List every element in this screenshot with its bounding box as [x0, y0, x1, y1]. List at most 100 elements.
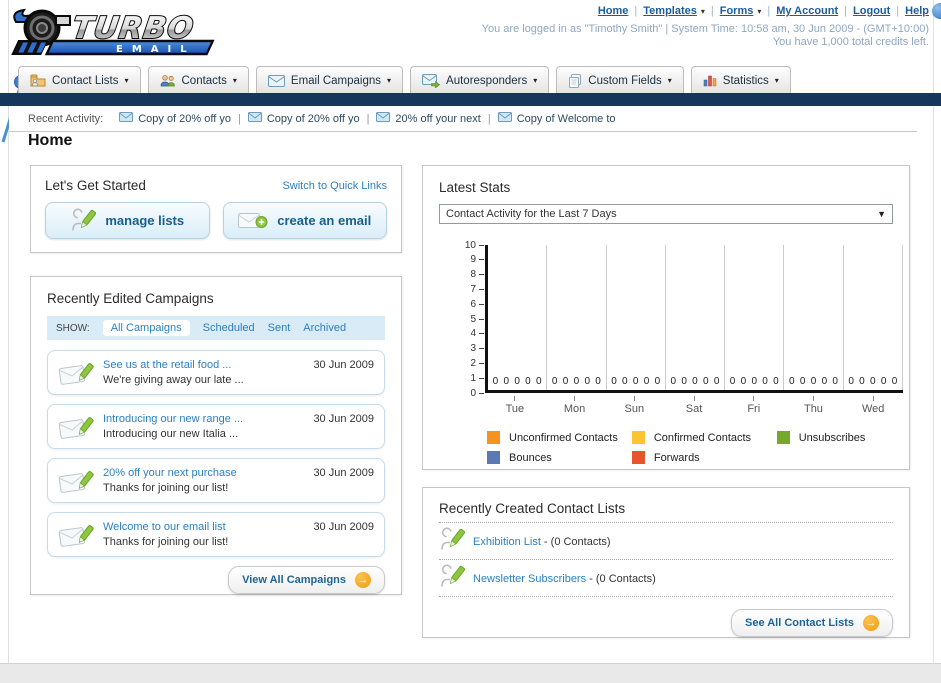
campaign-title-link[interactable]: See us at the retail food ...: [103, 359, 313, 371]
top-nav-my-account[interactable]: My Account: [776, 5, 838, 17]
tick-mark: [479, 244, 484, 246]
campaign-filter-sent[interactable]: Sent: [268, 322, 291, 334]
campaign-date: 30 Jun 2009: [313, 413, 374, 425]
nav-tab-custom-fields[interactable]: Custom Fields ▾: [556, 66, 684, 93]
nav-tab-contacts[interactable]: Contacts ▾: [147, 66, 249, 93]
tick-mark: [479, 333, 484, 335]
page-footer: [0, 663, 941, 683]
recent-activity-item[interactable]: Copy of 20% off yo: [247, 112, 360, 125]
custom-fields-icon: [568, 73, 582, 88]
get-started-panel: Let's Get Started Switch to Quick Links …: [30, 165, 402, 253]
top-nav-templates[interactable]: Templates: [643, 5, 697, 17]
chart-x-tick-label: Sun: [604, 396, 664, 415]
top-nav-help[interactable]: Help: [905, 5, 929, 17]
campaign-card[interactable]: Welcome to our email list Thanks for join…: [47, 512, 385, 557]
stats-period-dropdown[interactable]: Contact Activity for the Last 7 Days ▼: [439, 204, 893, 224]
arrow-right-icon: →: [863, 615, 879, 631]
chart-value-label: 0: [595, 376, 601, 387]
separator: |: [237, 112, 241, 125]
switch-quick-links[interactable]: Switch to Quick Links: [282, 180, 387, 192]
campaign-subtitle: We're giving away our late ...: [103, 374, 244, 386]
view-all-campaigns-button[interactable]: View All Campaigns →: [228, 566, 385, 594]
recent-activity-item[interactable]: Copy of Welcome to: [497, 112, 616, 125]
contact-list-item: Exhibition List - (0 Contacts): [439, 522, 893, 559]
legend-label: Unconfirmed Contacts: [509, 431, 618, 444]
see-all-contact-lists-button[interactable]: See All Contact Lists →: [730, 609, 893, 637]
campaign-card[interactable]: 20% off your next purchase Thanks for joi…: [47, 458, 385, 503]
tick-mark: [479, 303, 484, 305]
chevron-down-icon: ▾: [667, 76, 672, 85]
nav-tab-label: Email Campaigns: [290, 74, 382, 87]
legend-label: Confirmed Contacts: [653, 431, 752, 444]
nav-divider-bar: [0, 93, 941, 106]
campaign-filter-archived[interactable]: Archived: [303, 322, 346, 334]
chart-plot-area: 00000000000000000000000000000000000: [485, 245, 903, 393]
chart-value-label: 0: [611, 376, 617, 387]
chart-value-label: 0: [810, 376, 817, 387]
chart-value-labels: 00000: [784, 376, 842, 387]
recent-activity-item-label: Copy of 20% off yo: [266, 112, 360, 125]
recent-activity-item[interactable]: Copy of 20% off yo: [119, 112, 231, 125]
campaign-card[interactable]: Introducing our new range ... Introducing…: [47, 404, 385, 449]
chart-value-label: 0: [821, 376, 828, 387]
campaign-filter-scheduled[interactable]: Scheduled: [203, 322, 255, 334]
chart-day-group: 00000: [666, 245, 726, 390]
chart-value-label: 0: [654, 376, 661, 387]
chart-value-label: 0: [536, 376, 542, 387]
separator: |: [767, 5, 771, 17]
tick-mark: [479, 318, 484, 320]
legend-label: Forwards: [653, 451, 700, 464]
envelope-icon: [247, 112, 262, 125]
chart-value-labels: 00000: [666, 376, 724, 387]
legend-label: Unsubscribes: [798, 431, 866, 444]
page-title: Home: [28, 132, 73, 149]
recent-activity-item[interactable]: 20% off your next: [376, 112, 481, 125]
chart-value-label: 0: [848, 376, 854, 387]
manage-lists-button[interactable]: manage lists: [45, 202, 210, 239]
chart-value-label: 0: [622, 376, 628, 387]
person-pencil-icon: [439, 564, 466, 593]
credits-status: You have 1,000 total credits left.: [772, 36, 929, 48]
chart-value-labels: 00000: [488, 376, 546, 387]
chart-value-label: 0: [573, 376, 580, 387]
chart-x-axis: Tue Mon Sun Sat Fri Thu Wed: [485, 396, 903, 415]
top-nav-home[interactable]: Home: [598, 5, 629, 17]
legend-swatch: [631, 451, 645, 464]
nav-tab-label: Contacts: [181, 74, 227, 87]
contact-list-link[interactable]: Exhibition List: [473, 536, 541, 548]
chart-y-tick: 4: [470, 328, 484, 340]
separator: |: [896, 5, 900, 17]
chart-day-group: 00000: [784, 245, 844, 390]
chart-x-tick-label: Tue: [485, 396, 545, 415]
campaign-title-link[interactable]: Introducing our new range ...: [103, 413, 313, 425]
tick-mark: [479, 348, 484, 350]
campaign-filter-all-campaigns[interactable]: All Campaigns: [102, 320, 190, 336]
legend-item: Unconfirmed Contacts: [487, 431, 632, 444]
campaign-filter-tabs: All Campaigns Scheduled Sent Archived: [102, 320, 346, 336]
chart-x-tick-label: Wed: [843, 396, 903, 415]
campaign-card-text: Welcome to our email list Thanks for join…: [103, 518, 313, 548]
campaign-card[interactable]: See us at the retail food ... We're givin…: [47, 350, 385, 395]
campaign-title-link[interactable]: Welcome to our email list: [103, 521, 313, 533]
chevron-down-icon: ▾: [700, 6, 705, 16]
chart-day-group: 00000: [725, 245, 785, 390]
campaign-date: 30 Jun 2009: [313, 359, 374, 371]
create-email-button[interactable]: create an email: [222, 202, 387, 239]
chart-value-label: 0: [643, 376, 650, 387]
campaign-title-link[interactable]: 20% off your next purchase: [103, 467, 313, 479]
top-nav-forms[interactable]: Forms: [720, 5, 754, 17]
envelope-pencil-icon: [58, 359, 94, 392]
nav-tab-statistics[interactable]: Statistics ▾: [690, 66, 791, 93]
nav-tab-contact-lists[interactable]: Contact Lists ▾: [18, 66, 141, 93]
chevron-down-icon: ▾: [387, 76, 392, 85]
chart-value-label: 0: [713, 376, 720, 387]
contact-lists-panel: Recently Created Contact Lists Exhibitio…: [422, 487, 910, 638]
chart-value-label: 0: [729, 376, 736, 387]
nav-tab-autoresponders[interactable]: Autoresponders ▾: [410, 66, 550, 93]
top-nav-logout[interactable]: Logout: [853, 5, 890, 17]
chart-value-label: 0: [789, 376, 795, 387]
chart-day-group: 00000: [607, 245, 666, 390]
contact-list-link[interactable]: Newsletter Subscribers: [473, 573, 586, 585]
legend-swatch: [776, 431, 790, 444]
nav-tab-email-campaigns[interactable]: Email Campaigns ▾: [255, 66, 404, 93]
